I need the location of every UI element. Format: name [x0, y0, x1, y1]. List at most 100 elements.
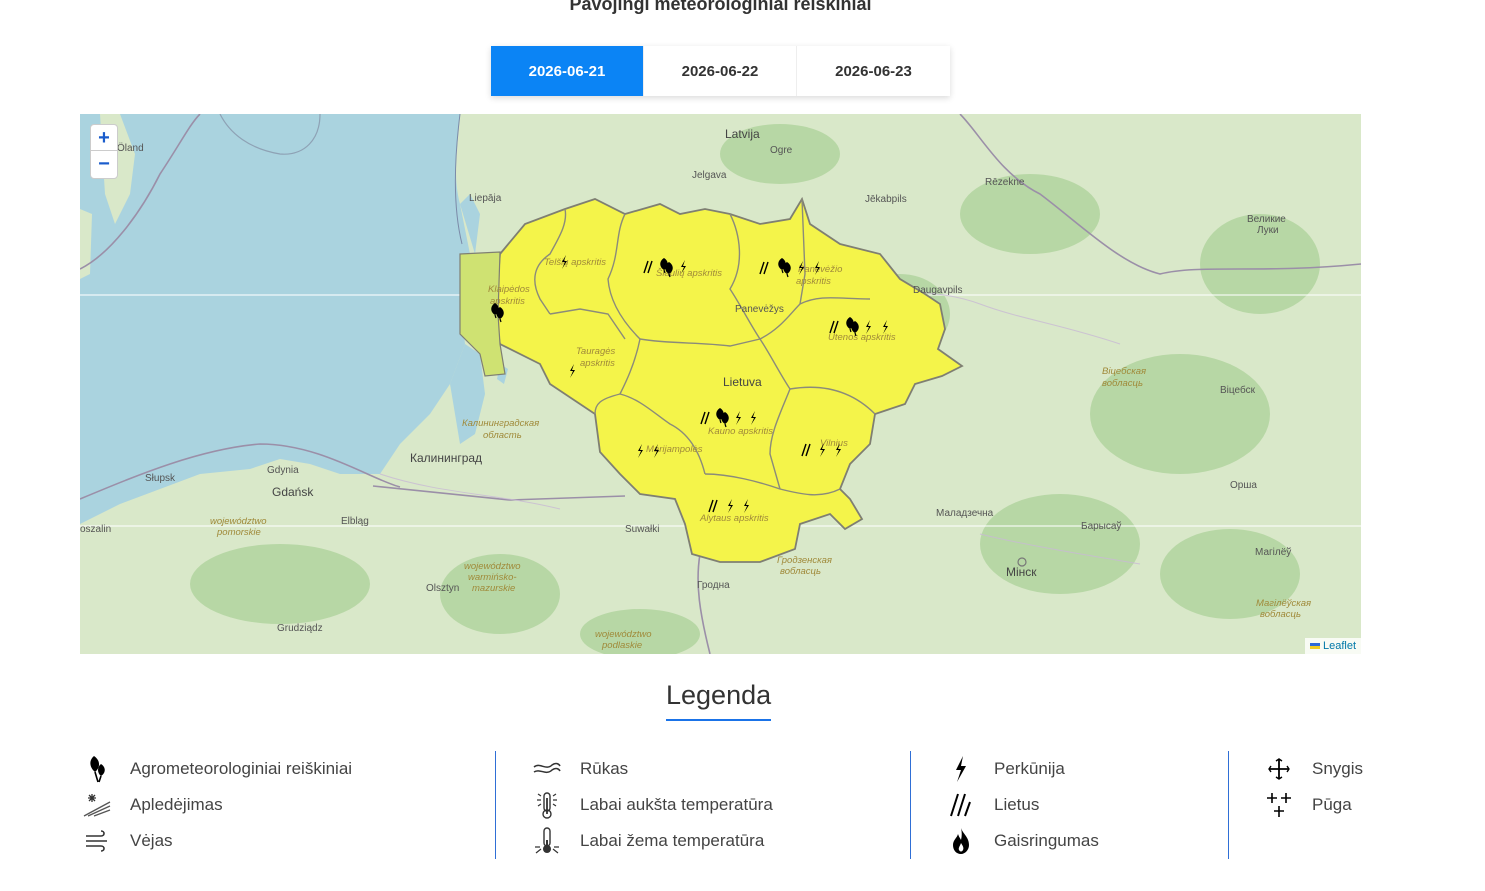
svg-text:Tauragės: Tauragės	[576, 346, 616, 357]
agro-icon	[80, 754, 114, 784]
svg-text:вобласць: вобласць	[1102, 378, 1143, 389]
legend-item-agro: Agrometeorologiniai reiškiniai	[80, 751, 495, 787]
svg-text:область: область	[483, 430, 522, 441]
svg-text:Telšių apskritis: Telšių apskritis	[544, 257, 606, 268]
svg-text:Suwałki: Suwałki	[625, 524, 659, 535]
legend-label: Snygis	[1312, 759, 1364, 778]
legend-item-blizzard: Pūga	[1262, 787, 1428, 823]
svg-text:apskritis: apskritis	[796, 276, 831, 287]
svg-text:Kauno apskritis: Kauno apskritis	[708, 426, 773, 437]
legend-label: Labai žema temperatūra	[580, 831, 765, 850]
svg-text:warmińsko-: warmińsko-	[468, 572, 517, 583]
svg-text:Віцебск: Віцебск	[1220, 384, 1256, 396]
svg-text:oszalin: oszalin	[80, 524, 111, 535]
date-tab-2026-06-23[interactable]: 2026-06-23	[797, 46, 950, 96]
svg-text:Калининград: Калининград	[410, 451, 482, 465]
zoom-out-button[interactable]: −	[91, 151, 117, 177]
wind-icon	[80, 826, 114, 856]
svg-text:województwo: województwo	[210, 516, 267, 527]
legend-label: Vėjas	[130, 831, 173, 850]
zoom-control: + −	[90, 124, 118, 179]
warning-map[interactable]: Latvija Öland Ogre Jelgava Liepāja Rēzek…	[80, 114, 1361, 654]
legend-label: Lietus	[994, 795, 1040, 814]
legend-title: Legenda	[666, 680, 772, 721]
hot-thermometer-icon	[530, 790, 564, 820]
date-tab-2026-06-21[interactable]: 2026-06-21	[491, 46, 644, 96]
svg-text:Gdańsk: Gdańsk	[272, 485, 314, 499]
svg-text:вобласць: вобласць	[780, 566, 821, 577]
legend-item-snow: Snygis	[1262, 751, 1428, 787]
svg-text:Daugavpils: Daugavpils	[913, 285, 962, 296]
svg-text:Elbląg: Elbląg	[341, 516, 369, 527]
svg-text:вобласць: вобласць	[1260, 609, 1301, 620]
svg-text:Луки: Луки	[1257, 225, 1279, 236]
svg-text:Utenos apskritis: Utenos apskritis	[828, 332, 896, 343]
legend-label: Apledėjimas	[130, 795, 223, 814]
date-tabs: 2026-06-21 2026-06-22 2026-06-23	[491, 46, 950, 96]
svg-text:województwo: województwo	[595, 629, 652, 640]
svg-text:Великие: Великие	[1247, 214, 1286, 225]
rain-icon	[944, 790, 978, 820]
ukraine-flag-icon	[1309, 643, 1320, 649]
snow-icon	[1262, 754, 1296, 784]
svg-text:Віцебская: Віцебская	[1102, 366, 1146, 377]
zoom-in-button[interactable]: +	[91, 125, 117, 151]
svg-text:Калининградская: Калининградская	[462, 418, 539, 429]
fire-icon	[944, 826, 978, 856]
svg-text:Słupsk: Słupsk	[145, 473, 176, 484]
date-tab-2026-06-22[interactable]: 2026-06-22	[644, 46, 797, 96]
svg-text:Магілёў: Магілёў	[1255, 546, 1291, 558]
legend-item-ice: Apledėjimas	[80, 787, 495, 823]
legend-item-rain: Lietus	[944, 787, 1228, 823]
page-title: Pavojingi meteorologiniai reiškiniai	[569, 0, 872, 14]
svg-text:Jelgava: Jelgava	[692, 170, 727, 181]
legend-item-fog: Rūkas	[530, 751, 910, 787]
svg-text:Alytaus apskritis: Alytaus apskritis	[699, 513, 769, 524]
legend-column-4: Snygis Pūga	[1228, 751, 1428, 859]
legend-label: Agrometeorologiniai reiškiniai	[130, 759, 353, 778]
svg-text:województwo: województwo	[464, 561, 521, 572]
svg-text:Маладзечна: Маладзечна	[936, 508, 994, 519]
legend-label: Labai aukšta temperatūra	[580, 795, 773, 814]
legend-label: Rūkas	[580, 759, 629, 778]
label-latvija: Latvija	[725, 127, 760, 141]
legend-label: Pūga	[1312, 795, 1352, 814]
svg-text:Vilnius: Vilnius	[820, 438, 848, 449]
map-attribution: Leaflet	[1304, 638, 1361, 654]
svg-text:Гродна: Гродна	[697, 580, 730, 591]
svg-text:mazurskie: mazurskie	[472, 583, 515, 594]
svg-text:Rēzekne: Rēzekne	[985, 177, 1025, 188]
svg-text:apskritis: apskritis	[580, 358, 615, 369]
ice-icon	[80, 790, 114, 820]
legend-item-cold: Labai žema temperatūra	[530, 823, 910, 859]
svg-text:pomorskie: pomorskie	[216, 527, 261, 538]
svg-text:Olsztyn: Olsztyn	[426, 583, 459, 594]
legend-item-hot: Labai aukšta temperatūra	[530, 787, 910, 823]
svg-text:Мінск: Мінск	[1006, 565, 1037, 579]
svg-text:Гродзенская: Гродзенская	[777, 555, 832, 566]
cold-thermometer-icon	[530, 826, 564, 856]
legend-item-thunder: Perkūnija	[944, 751, 1228, 787]
svg-text:Grudziądz: Grudziądz	[277, 623, 323, 634]
svg-text:Орша: Орша	[1230, 480, 1257, 491]
svg-text:Marijampolės: Marijampolės	[646, 444, 703, 455]
legend-column-3: Perkūnija Lietus Gaisringumas	[910, 751, 1228, 859]
legend-label: Perkūnija	[994, 759, 1065, 778]
fog-icon	[530, 754, 564, 784]
svg-text:Liepāja: Liepāja	[469, 193, 502, 204]
svg-text:Jēkabpils: Jēkabpils	[865, 194, 907, 205]
svg-text:Барысаў: Барысаў	[1081, 520, 1121, 532]
legend-item-wind: Vėjas	[80, 823, 495, 859]
svg-text:Panevėžys: Panevėžys	[735, 304, 784, 315]
map-canvas: Latvija Öland Ogre Jelgava Liepāja Rēzek…	[80, 114, 1361, 654]
legend-column-1: Agrometeorologiniai reiškiniai Apledėjim…	[80, 751, 495, 859]
legend-label: Gaisringumas	[994, 831, 1099, 850]
svg-text:Ogre: Ogre	[770, 145, 793, 156]
svg-text:Gdynia: Gdynia	[267, 465, 299, 476]
lightning-icon	[944, 754, 978, 784]
legend-column-2: Rūkas Labai aukšta temperatūra Labai žem…	[495, 751, 910, 859]
svg-text:Panevėžio: Panevėžio	[798, 264, 842, 275]
svg-text:Lietuva: Lietuva	[723, 375, 762, 389]
svg-text:Öland: Öland	[117, 142, 144, 154]
leaflet-link[interactable]: Leaflet	[1323, 640, 1356, 652]
